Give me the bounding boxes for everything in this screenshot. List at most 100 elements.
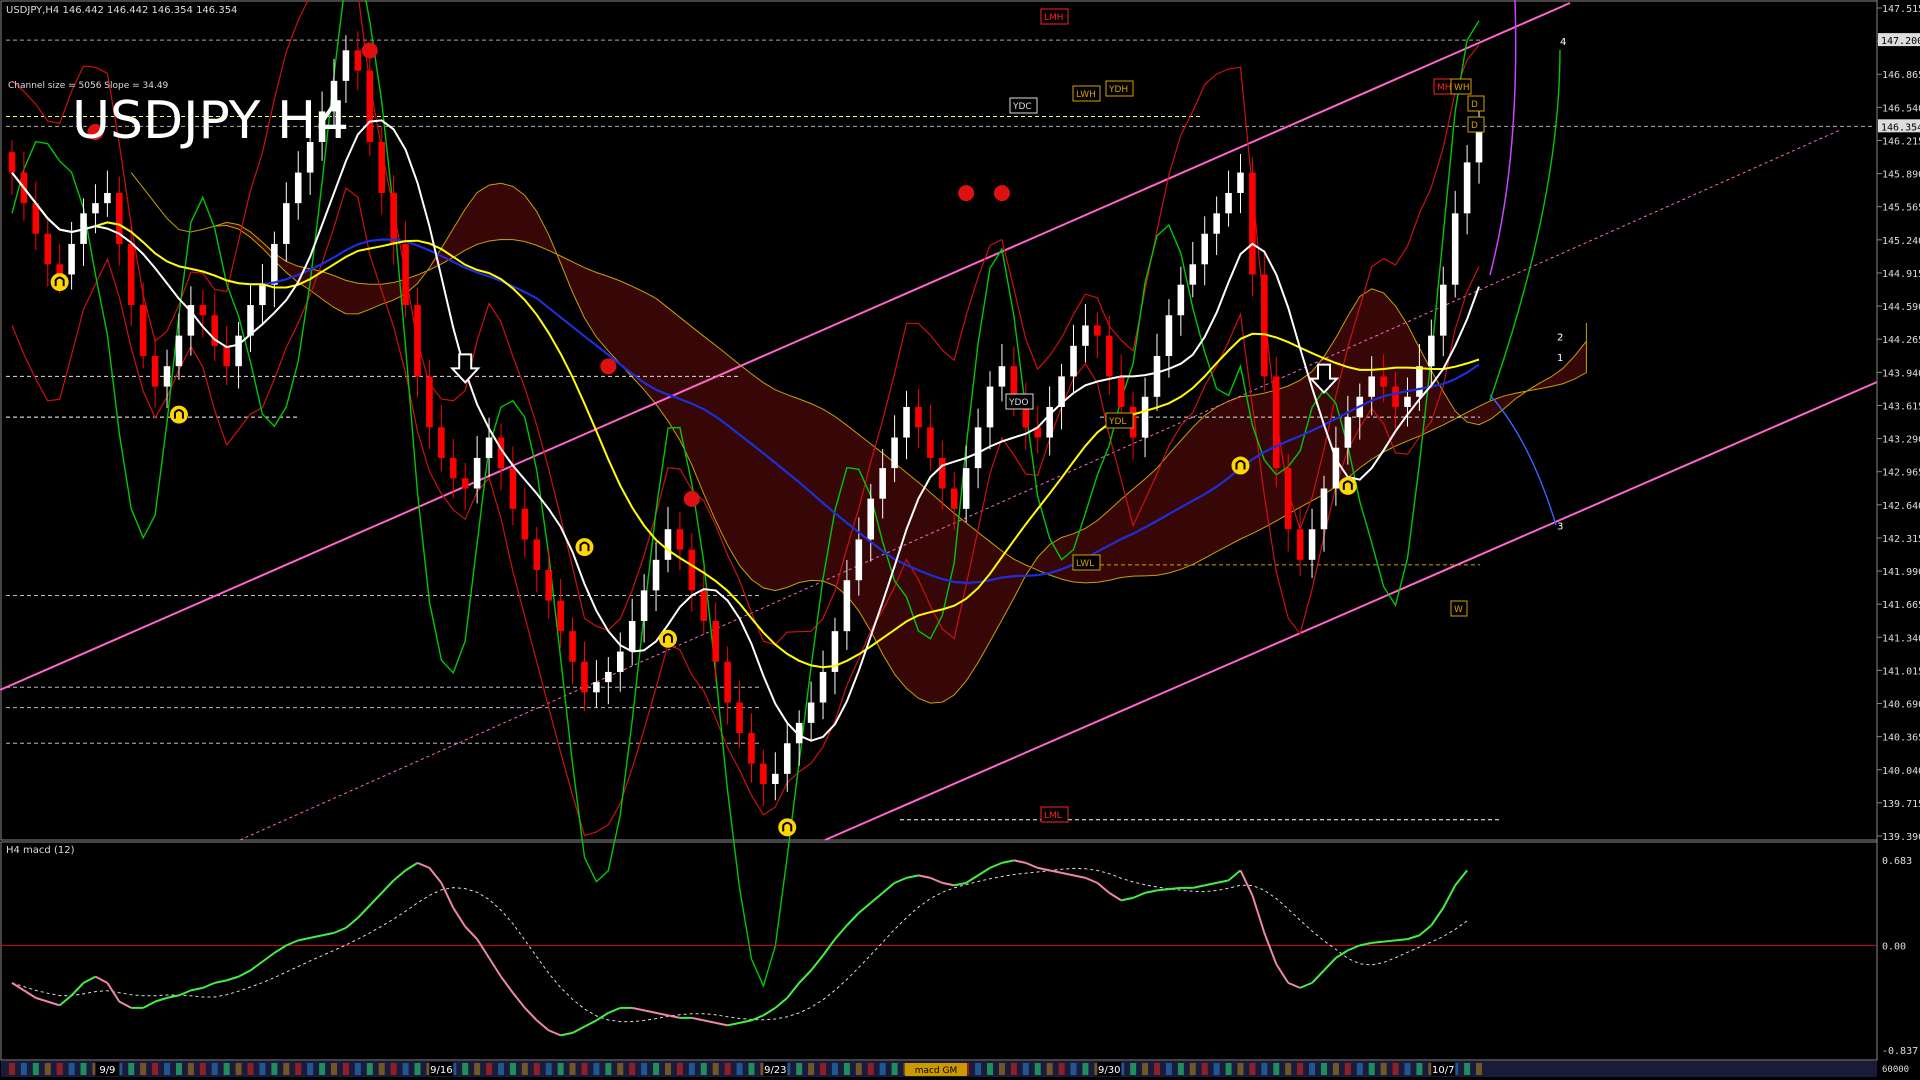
price-tick-label[interactable]: 144.590: [1882, 302, 1920, 313]
candle-body: [1141, 396, 1149, 438]
time-axis-segment: [533, 1063, 540, 1075]
macd-line-segment: [1395, 938, 1408, 942]
level-tag-text: WH: [1454, 83, 1470, 93]
price-tick-label[interactable]: 143.940: [1882, 368, 1920, 379]
price-tick-label[interactable]: 144.265: [1882, 335, 1920, 346]
candle-body: [676, 529, 684, 550]
time-axis-segment: [1022, 1063, 1029, 1075]
candle-body: [509, 468, 517, 509]
price-tick-label[interactable]: 142.965: [1882, 468, 1920, 479]
candle-body: [402, 243, 409, 306]
candle-body: [950, 488, 958, 509]
time-axis-segment: [1392, 1063, 1399, 1075]
time-axis-segment: [700, 1063, 707, 1075]
candle-body: [974, 427, 982, 469]
time-axis-segment: [128, 1063, 135, 1075]
level-tag-text: W: [1454, 605, 1463, 615]
time-axis-segment: [32, 1063, 39, 1075]
time-axis-segment: [1416, 1063, 1423, 1075]
candle-body: [283, 203, 290, 244]
time-axis-segment: [259, 1063, 266, 1075]
price-tick-label[interactable]: 146.865: [1882, 70, 1920, 81]
price-tick-label[interactable]: 143.290: [1882, 435, 1920, 446]
price-tick-label[interactable]: 145.240: [1882, 236, 1920, 247]
macd-tick-label[interactable]: 0.00: [1882, 941, 1906, 952]
candle-body: [1284, 468, 1292, 530]
time-axis-segment: [569, 1063, 576, 1075]
time-axis-segment: [1177, 1063, 1184, 1075]
candle-body: [533, 539, 541, 571]
price-tick-label[interactable]: 143.615: [1882, 401, 1920, 412]
price-tick-label[interactable]: 144.915: [1882, 269, 1920, 280]
time-axis-segment: [331, 1063, 338, 1075]
candle-body: [1463, 162, 1471, 214]
level-tag-text: YDC: [1012, 102, 1032, 112]
price-tick-label[interactable]: 146.215: [1882, 136, 1920, 147]
time-axis-segment: [211, 1063, 218, 1075]
level-tag-text: MH: [1437, 83, 1452, 93]
time-axis-segment: [593, 1063, 600, 1075]
time-axis-segment: [855, 1063, 862, 1075]
macd-line-segment: [1156, 888, 1170, 892]
trading-chart-window: LMH LML YDC YDH YDL YDO LWH LWL MH WH W D D 1 2 3 4 147.…: [0, 0, 1920, 1080]
date-tick-label[interactable]: 9/23: [764, 1065, 786, 1076]
price-tick-label[interactable]: 142.640: [1882, 501, 1920, 512]
buy-signal-icon: [169, 405, 188, 424]
price-tick-label[interactable]: 141.990: [1882, 567, 1920, 578]
time-axis-segment: [1153, 1063, 1160, 1075]
price-tick-label[interactable]: 139.390: [1882, 832, 1920, 843]
time-axis-segment: [486, 1063, 493, 1075]
time-axis-segment: [617, 1063, 624, 1075]
symbol-watermark: USDJPY H4: [72, 91, 349, 151]
candle-body: [44, 233, 52, 265]
candle-body: [247, 305, 254, 336]
time-axis-segment: [736, 1063, 743, 1075]
macd-tick-label[interactable]: 0.683: [1882, 856, 1912, 867]
price-tick-label[interactable]: 145.890: [1882, 170, 1920, 181]
price-tick-label[interactable]: 139.715: [1882, 799, 1920, 810]
price-tick-label[interactable]: 147.515: [1882, 4, 1920, 15]
current-price-label[interactable]: 146.354: [1881, 122, 1920, 133]
candle-body: [92, 203, 99, 214]
time-axis-segment: [1309, 1063, 1316, 1075]
price-tick-label[interactable]: 145.565: [1882, 203, 1920, 214]
date-tick-label[interactable]: 9/9: [99, 1065, 115, 1076]
time-axis-segment: [1404, 1063, 1411, 1075]
time-axis-segment: [688, 1063, 695, 1075]
date-tick-label[interactable]: 9/30: [1098, 1065, 1120, 1076]
buy-signal-icon: [1338, 476, 1357, 495]
candle-body: [366, 70, 374, 143]
level-tag-text: LWL: [1076, 559, 1094, 569]
price-tick-label[interactable]: 142.315: [1882, 534, 1920, 545]
sell-signal-icon: [683, 490, 700, 507]
candle-body: [843, 580, 851, 632]
time-axis-segment: [402, 1063, 409, 1075]
candle-body: [903, 406, 910, 438]
time-axis-segment: [1201, 1063, 1208, 1075]
buy-signal-icon: [50, 273, 69, 292]
time-axis-segment: [653, 1063, 660, 1075]
level-tag-text: YDH: [1108, 85, 1128, 95]
candle-body: [139, 305, 147, 357]
candle-body: [1308, 529, 1316, 560]
time-axis-segment: [1273, 1063, 1280, 1075]
date-tick-label[interactable]: 10/7: [1432, 1065, 1454, 1076]
price-tick-label[interactable]: 140.690: [1882, 700, 1920, 711]
time-axis-segment: [462, 1063, 469, 1075]
price-tick-label[interactable]: 140.365: [1882, 733, 1920, 744]
candle-body: [342, 50, 350, 81]
candle-body: [1320, 488, 1328, 530]
candle-body: [1451, 213, 1459, 285]
price-tick-label[interactable]: 140.040: [1882, 766, 1920, 777]
current-price-label[interactable]: 147.200: [1881, 36, 1920, 47]
indicator-tab-label[interactable]: macd GM: [915, 1066, 958, 1076]
date-tick-label[interactable]: 9/16: [430, 1065, 452, 1076]
macd-tick-label[interactable]: -0.837: [1882, 1046, 1918, 1057]
price-tick-label[interactable]: 141.015: [1882, 666, 1920, 677]
time-axis-segment: [748, 1063, 755, 1075]
time-axis-segment: [1213, 1063, 1220, 1075]
price-tick-label[interactable]: 141.665: [1882, 600, 1920, 611]
price-tick-label[interactable]: 146.540: [1882, 103, 1920, 114]
time-axis[interactable]: 9/9 9/16 9/23 9/30 10/7 macd GM: [1, 1061, 1877, 1077]
price-tick-label[interactable]: 141.340: [1882, 633, 1920, 644]
